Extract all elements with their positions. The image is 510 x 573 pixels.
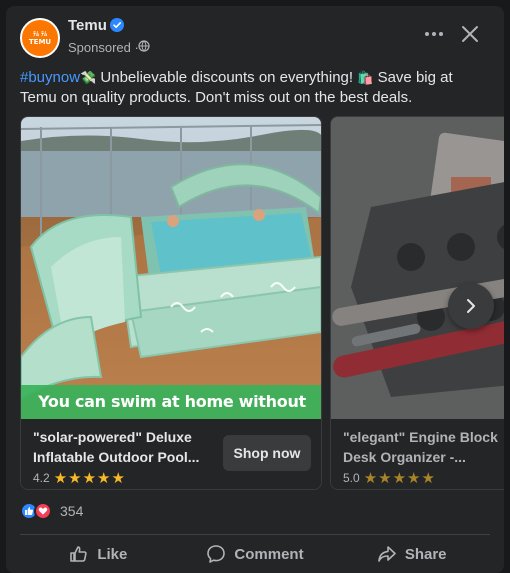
verified-badge-icon: [110, 18, 124, 32]
engine-organizer-title[interactable]: "elegant" Engine Block Desk Organizer -.…: [343, 427, 504, 467]
avatar-logo-line1: ﾃﾑ ﾃﾑ: [32, 30, 48, 38]
avatar-logo-line2: TEMU: [28, 37, 52, 46]
comment-bubble-icon: [207, 545, 226, 563]
page-name[interactable]: Temu: [68, 17, 107, 34]
money-emoji: 💸: [80, 70, 97, 85]
engine-organizer-info: "elegant" Engine Block Desk Organizer -.…: [331, 419, 504, 489]
shop-now-button[interactable]: Shop now: [223, 435, 311, 471]
thumbs-up-icon: [70, 546, 88, 562]
pool-rating: 4.2 ★★★★★: [33, 469, 126, 487]
more-options-icon[interactable]: [420, 24, 448, 44]
engine-organizer-rating-value: 5.0: [343, 471, 360, 485]
temu-avatar[interactable]: ﾃﾑ ﾃﾑ TEMU: [20, 18, 60, 58]
engine-organizer-stars-icon: ★★★★★: [363, 470, 436, 487]
engine-organizer-image[interactable]: [331, 117, 504, 419]
carousel-item-pool[interactable]: You can swim at home without going out "…: [20, 116, 322, 490]
ad-post-card: ﾃﾑ ﾃﾑ TEMU Temu Sponsored · #buynow💸 Unb…: [6, 6, 504, 573]
pool-overlay-caption: You can swim at home without going out: [21, 385, 321, 419]
like-button[interactable]: Like: [20, 538, 177, 570]
share-arrow-icon: [378, 546, 396, 562]
pool-product-info: "solar-powered" Deluxe Inflatable Outdoo…: [21, 419, 321, 489]
sponsored-label[interactable]: Sponsored ·: [68, 40, 139, 55]
inactive-item-shade: [331, 117, 504, 419]
share-button[interactable]: Share: [333, 538, 490, 570]
actions-divider: [20, 534, 490, 535]
hashtag-link[interactable]: #buynow: [20, 69, 80, 86]
shopping-bags-emoji: 🛍️: [357, 70, 374, 85]
carousel-next-button[interactable]: [448, 283, 494, 329]
post-caption: #buynow💸 Unbelievable discounts on every…: [20, 68, 490, 108]
reactions-summary[interactable]: 354: [20, 502, 83, 520]
pool-product-image[interactable]: You can swim at home without going out: [21, 117, 321, 419]
pool-stars-icon: ★★★★★: [53, 470, 126, 487]
caption-text-1: Unbelievable discounts on everything!: [96, 69, 358, 86]
product-carousel: You can swim at home without going out "…: [20, 116, 504, 490]
comment-button[interactable]: Comment: [177, 538, 334, 570]
chevron-right-icon: [467, 299, 475, 313]
pool-rating-value: 4.2: [33, 471, 50, 485]
like-label: Like: [97, 545, 128, 563]
pool-product-title[interactable]: "solar-powered" Deluxe Inflatable Outdoo…: [33, 427, 223, 467]
share-label: Share: [404, 545, 447, 563]
comment-label: Comment: [234, 545, 304, 563]
close-icon[interactable]: [460, 24, 480, 44]
engine-organizer-rating: 5.0 ★★★★★: [343, 469, 436, 487]
globe-icon: [138, 40, 150, 52]
post-actions: Like Comment Share: [20, 538, 490, 570]
love-reaction-icon: [34, 502, 52, 520]
reaction-count: 354: [60, 503, 84, 519]
